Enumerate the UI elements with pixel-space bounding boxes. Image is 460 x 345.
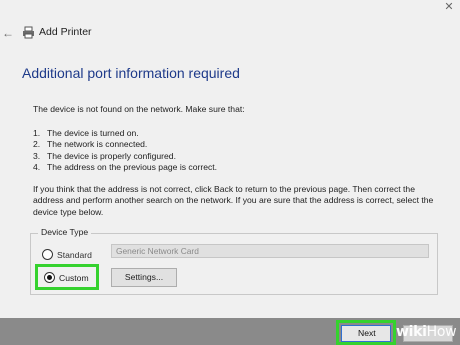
standard-device-select: Generic Network Card [111,244,429,258]
wikihow-watermark: wikiHow [396,324,457,340]
list-item: 3. The device is properly configured. [33,151,433,162]
instructions-text: If you think that the address is not cor… [33,184,434,217]
close-icon[interactable]: ✕ [438,0,460,14]
custom-radio[interactable] [44,272,55,283]
custom-radio-option[interactable]: Custom [44,272,89,283]
device-type-legend: Device Type [38,227,92,237]
list-item-text: The device is properly configured. [47,150,176,161]
page-heading: Additional port information required [22,65,240,81]
add-printer-window: ✕ ← Add Printer Additional port informat… [0,0,460,318]
list-item-text: The address on the previous page is corr… [47,161,218,172]
intro-text: The device is not found on the network. … [33,104,245,114]
standard-radio[interactable] [42,249,53,260]
list-item-text: The network is connected. [47,139,148,150]
list-item: 1. The device is turned on. [33,128,433,139]
title-bar: ← Add Printer [0,20,460,46]
next-button[interactable]: Next [341,325,391,342]
list-item: 4. The address on the previous page is c… [33,162,433,173]
standard-radio-option[interactable]: Standard [42,249,92,260]
list-item: 2. The network is connected. [33,139,433,150]
radio-selected-dot [47,275,52,280]
list-item-number: 1. [33,128,41,138]
list-item-text: The device is turned on. [47,128,139,138]
checklist: 1. The device is turned on. 2. The netwo… [33,128,433,173]
list-item-number: 4. [33,161,41,172]
standard-radio-label: Standard [57,249,92,260]
printer-icon [23,26,34,39]
list-item-number: 2. [33,139,41,150]
window-title: Add Printer [39,26,92,38]
back-arrow-icon[interactable]: ← [2,26,14,40]
settings-button[interactable]: Settings... [111,268,177,287]
list-item-number: 3. [33,150,41,161]
custom-radio-label: Custom [59,272,89,283]
